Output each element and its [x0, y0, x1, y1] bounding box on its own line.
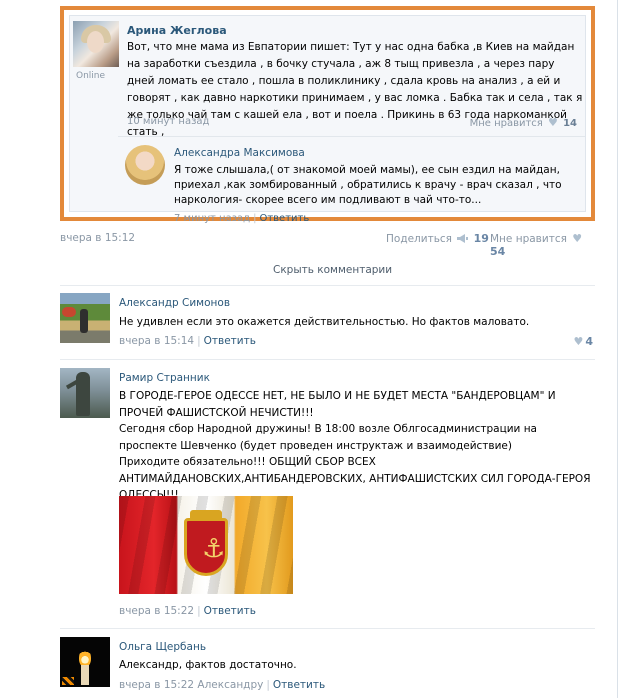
comment-item: Ольга Щербань Александр, фактов достаточ… [60, 637, 595, 697]
comment-date[interactable]: вчера в 15:14 [119, 335, 194, 347]
reply-text: Я тоже слышала,( от знакомой моей мамы),… [174, 164, 562, 206]
separator: | [266, 679, 270, 691]
repost-time[interactable]: 10 минут назад [127, 116, 209, 127]
online-status: Online [76, 71, 106, 81]
comment-text-line: Сегодня сбор Народной дружины! В 18:00 в… [119, 423, 537, 452]
avatar-flowers [62, 307, 76, 317]
share-button[interactable]: Поделиться 19 [386, 232, 489, 245]
comment-author[interactable]: Александр Симонов [119, 297, 230, 309]
reply-author-avatar[interactable] [125, 145, 165, 185]
comment-avatar[interactable] [60, 637, 110, 687]
repost-like-count: 14 [563, 118, 577, 129]
comment-date[interactable]: вчера в 15:22 Александру [119, 679, 263, 691]
comment-item: Рамир Странник В ГОРОДЕ-ГЕРОЕ ОДЕССЕ НЕТ… [60, 368, 595, 623]
comment-date[interactable]: вчера в 15:22 [119, 605, 194, 617]
comment-reply-link[interactable]: Ответить [273, 679, 325, 691]
megaphone-icon [457, 234, 469, 243]
heart-icon: ♥ [572, 232, 583, 245]
post-like-button[interactable]: Мне нравится ♥ 54 [490, 232, 595, 258]
heart-icon: ♥ [548, 116, 558, 129]
comment-reply-link[interactable]: Ответить [204, 605, 256, 617]
comment-text-line: В ГОРОДЕ-ГЕРОЕ ОДЕССЕ НЕТ, НЕ БЫЛО И НЕ … [119, 390, 556, 419]
comment-author[interactable]: Ольга Щербань [119, 641, 206, 653]
avatar-figure [80, 309, 88, 333]
repost-reply: Александра Максимова Я тоже слышала,( от… [118, 136, 585, 224]
reply-meta: 7 минут назад | Ответить [174, 213, 309, 224]
comment-item: Александр Симонов Не удивлен если это ок… [60, 293, 595, 355]
anchor-icon: ⚓ [202, 534, 225, 564]
reply-answer-link[interactable]: Ответить [259, 213, 309, 224]
reply-author-name[interactable]: Александра Максимова [174, 147, 305, 159]
odessa-flag-image[interactable]: ⚓ [119, 496, 293, 594]
comment-like-button[interactable]: ♥ 4 [571, 335, 593, 348]
comment-avatar[interactable] [60, 293, 110, 343]
separator: | [197, 335, 201, 347]
separator: | [197, 605, 201, 617]
heart-icon: ♥ [573, 335, 584, 348]
avatar-statue [76, 372, 90, 416]
comments-divider [60, 359, 595, 360]
hide-comments-link[interactable]: Скрыть комментарии [273, 264, 392, 276]
reply-time[interactable]: 7 минут назад [174, 213, 250, 224]
repost-like-button[interactable]: Мне нравится ♥ 14 [470, 116, 577, 129]
post-date[interactable]: вчера в 15:12 [60, 232, 135, 244]
post-like-label: Мне нравится [490, 233, 567, 245]
post-like-count: 54 [490, 245, 506, 258]
post-footer: вчера в 15:12 Поделиться 19 Мне нравится… [60, 232, 595, 258]
repost-like-label: Мне нравится [469, 118, 543, 129]
comment-author[interactable]: Рамир Странник [119, 372, 210, 384]
comments-divider [60, 285, 595, 286]
comment-text: Александр, фактов достаточно. [119, 659, 297, 671]
comment-meta: вчера в 15:22 Александру | Ответить [119, 679, 325, 691]
comment-avatar[interactable] [60, 368, 110, 418]
comment-reply-link[interactable]: Ответить [204, 335, 256, 347]
repost-author-avatar[interactable] [73, 21, 119, 67]
repost-highlight-frame: Online Арина Жеглова Вот, что мне мама и… [60, 6, 595, 224]
repost-author-name[interactable]: Арина Жеглова [127, 24, 227, 37]
share-label: Поделиться [386, 233, 452, 245]
comment-meta: вчера в 15:14 | Ответить [119, 335, 256, 347]
comment-meta: вчера в 15:22 | Ответить [119, 605, 256, 617]
st-george-ribbon [62, 677, 74, 685]
comment-text: Не удивлен если это окажется действитель… [119, 316, 530, 328]
avatar-face [87, 31, 104, 53]
share-count: 19 [473, 232, 489, 245]
content-right-border [617, 0, 618, 698]
candle [81, 665, 89, 685]
repost-card: Online Арина Жеглова Вот, что мне мама и… [69, 15, 586, 224]
separator: | [253, 213, 257, 224]
comments-divider [60, 628, 595, 629]
comment-like-count: 4 [585, 335, 593, 348]
